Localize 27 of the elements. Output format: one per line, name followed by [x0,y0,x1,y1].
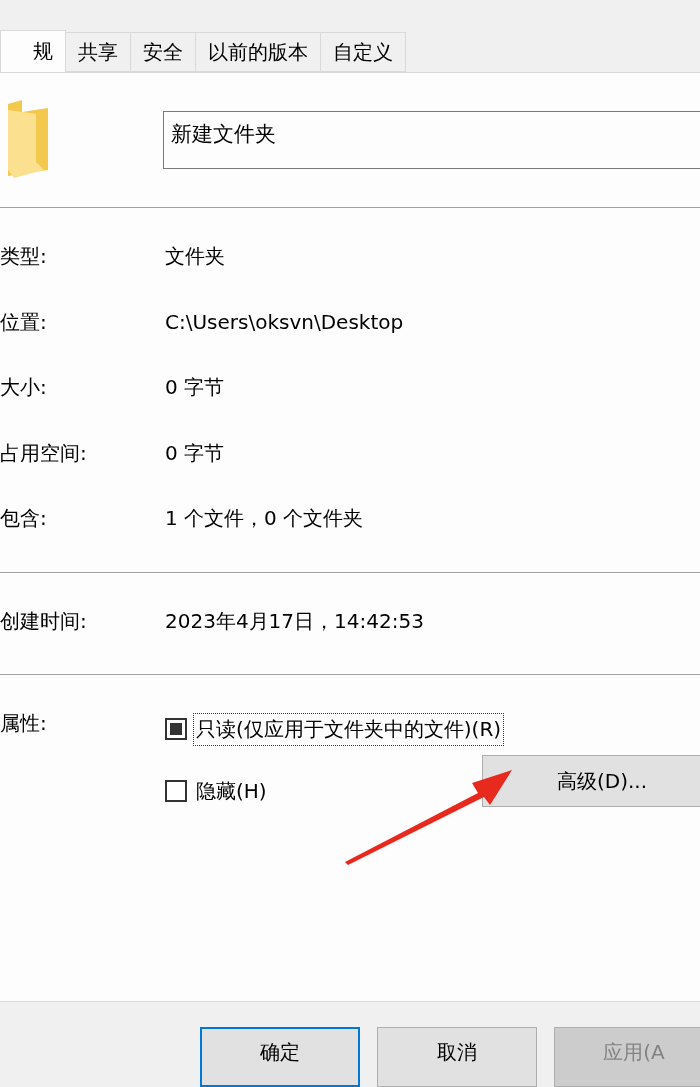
field-label: 创建时间: [0,607,88,635]
field-label: 大小: [0,374,48,402]
field-value: 1 个文件，0 个文件夹 [165,505,364,533]
tab[interactable]: 安全 [130,32,196,72]
checkbox-label[interactable]: 只读(仅应用于文件夹中的文件)(R) [193,712,505,746]
field-label: 位置: [0,308,48,336]
advanced-button[interactable]: 高级(D)... [482,755,700,807]
tab[interactable]: 以前的版本 [195,32,321,72]
dialog-button[interactable]: 确定 [200,1027,360,1087]
field-value: 2023年4月17日，14:42:53 [165,607,424,635]
field-value: 0 字节 [165,374,225,402]
tab[interactable]: 共享 [65,32,131,72]
name-field[interactable]: 新建文件夹 [163,111,700,169]
field-label: 属性: [0,710,48,737]
checkbox-label[interactable]: 隐藏(H) [193,774,270,808]
field-label: 类型: [0,243,48,271]
tab[interactable]: 规 [0,30,66,72]
field-value: 文件夹 [165,243,225,271]
field-label: 包含: [0,505,48,533]
field-label: 占用空间: [0,439,88,467]
dialog-button[interactable]: 取消 [377,1027,537,1087]
field-value: C:\Users\oksvn\Desktop [165,310,404,335]
checkbox[interactable] [165,718,187,740]
tab[interactable]: 自定义 [320,32,406,72]
checkbox[interactable] [165,780,187,802]
folder-icon [8,100,50,180]
field-value: 0 字节 [165,439,225,467]
